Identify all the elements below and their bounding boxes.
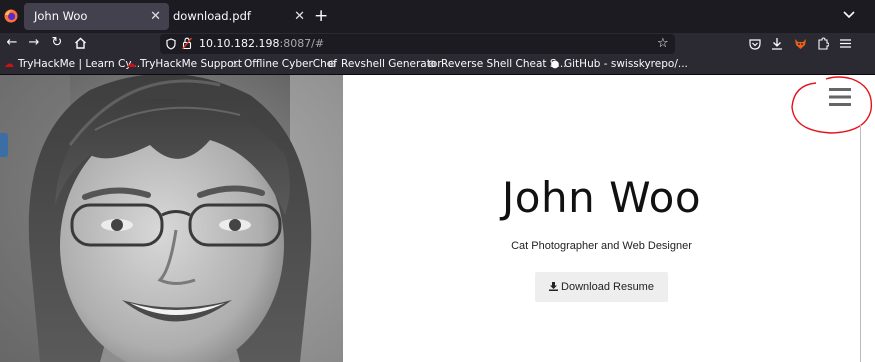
close-tab-icon[interactable]: ✕: [150, 3, 161, 30]
url-path: :8087/#: [279, 37, 325, 50]
site-title: John Woo: [501, 173, 702, 222]
download-resume-label: Download Resume: [561, 281, 654, 293]
chef-hat-icon: ♨: [230, 59, 240, 70]
url-bar[interactable]: 10.10.182.198:8087/# ☆: [160, 34, 675, 54]
list-all-tabs-chevron-icon[interactable]: [843, 11, 855, 19]
bookmark-offline-cyberchef[interactable]: ♨ Offline CyberChef: [229, 55, 337, 74]
insecure-lock-icon[interactable]: [182, 37, 192, 50]
page-edge-divider: [860, 125, 861, 362]
tab-label: John Woo: [34, 9, 88, 23]
bookmark-label: Offline CyberChef: [244, 58, 337, 70]
bookmark-label: Reverse Shell Cheat S...: [441, 58, 567, 70]
new-tab-button[interactable]: +: [314, 5, 328, 27]
bookmark-tryhackme-support[interactable]: ☁ TryHackMe Support: [125, 55, 242, 74]
shield-icon[interactable]: [166, 38, 176, 50]
tab-strip: John Woo ✕ download.pdf ✕ +: [0, 0, 875, 33]
app-menu-icon[interactable]: [840, 39, 851, 48]
pocket-icon[interactable]: [749, 38, 761, 50]
tab-download-pdf[interactable]: download.pdf ✕: [163, 3, 313, 30]
close-tab-icon[interactable]: ✕: [294, 3, 305, 30]
bookmarks-toolbar: ☁ TryHackMe | Learn Cy... ☁ TryHackMe Supp…: [0, 55, 875, 75]
download-resume-button[interactable]: Download Resume: [535, 272, 668, 302]
url-text[interactable]: 10.10.182.198:8087/#: [199, 34, 324, 54]
back-arrow-icon[interactable]: ←: [3, 33, 21, 53]
tab-john-woo[interactable]: John Woo ✕: [24, 3, 169, 30]
bookmark-label: GitHub - swisskyrepo/...: [564, 58, 688, 70]
site-tagline: Cat Photographer and Web Designer: [511, 240, 692, 252]
globe-icon: ⊕: [327, 59, 337, 70]
extensions-puzzle-icon[interactable]: [817, 37, 829, 50]
bookmark-label: TryHackMe | Learn Cy...: [18, 58, 141, 70]
bookmark-reverse-shell-cheat[interactable]: ⊕ Reverse Shell Cheat S...: [426, 55, 567, 74]
tryhackme-icon: ☁: [126, 59, 136, 70]
foxyproxy-extension-icon[interactable]: [794, 37, 807, 50]
side-panel-handle[interactable]: [0, 133, 8, 157]
bookmark-revshell-generator[interactable]: ⊕ Revshell Generator: [326, 55, 442, 74]
bookmark-star-icon[interactable]: ☆: [657, 34, 669, 54]
web-page: John Woo Cat Photographer and Web Design…: [0, 75, 875, 362]
red-annotation-circle: [791, 76, 873, 134]
tab-label: download.pdf: [173, 9, 251, 23]
downloads-icon[interactable]: [771, 37, 783, 50]
bookmark-tryhackme-learn[interactable]: ☁ TryHackMe | Learn Cy...: [3, 55, 140, 74]
bookmark-label: TryHackMe Support: [140, 58, 242, 70]
github-icon: ●: [550, 59, 560, 70]
forward-arrow-icon[interactable]: →: [25, 33, 43, 53]
bookmark-github-swisskyrepo[interactable]: ● GitHub - swisskyrepo/...: [549, 55, 688, 74]
home-icon[interactable]: [74, 37, 87, 49]
firefox-logo-icon[interactable]: [4, 9, 18, 23]
url-host: 10.10.182.198: [199, 37, 280, 50]
reload-icon[interactable]: ↻: [48, 33, 66, 53]
tryhackme-icon: ☁: [4, 59, 14, 70]
download-icon: [549, 282, 559, 291]
globe-icon: ⊕: [427, 59, 437, 70]
profile-photo: [0, 75, 343, 362]
